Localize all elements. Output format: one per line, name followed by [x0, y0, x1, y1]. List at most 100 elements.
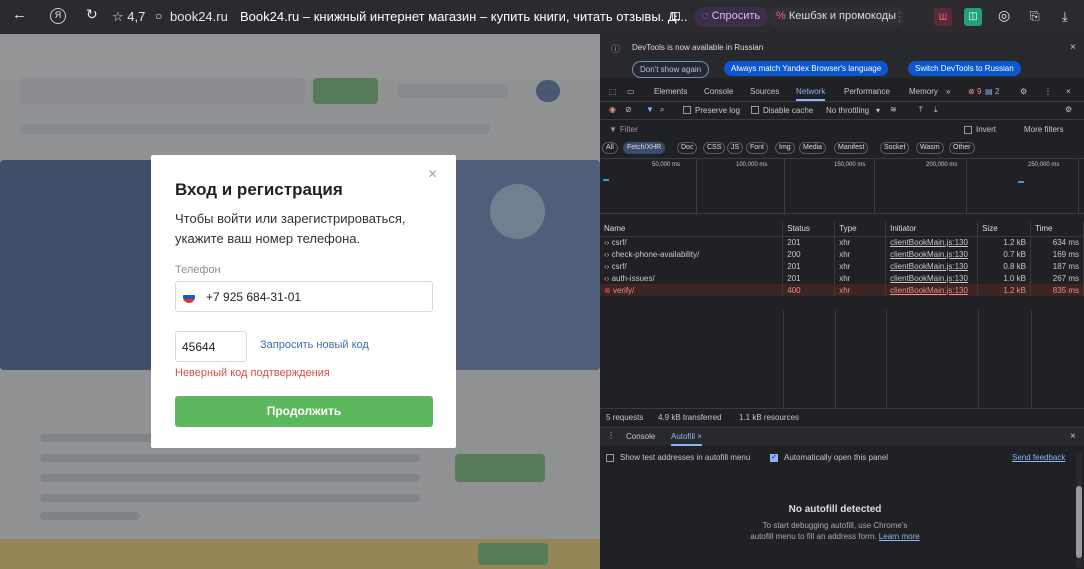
- tab-console[interactable]: Console: [704, 87, 733, 96]
- preserve-log-checkbox[interactable]: [683, 106, 691, 114]
- continue-button[interactable]: Продолжить: [175, 396, 433, 427]
- send-feedback-link[interactable]: Send feedback: [1012, 453, 1065, 462]
- record-icon[interactable]: ◉: [609, 105, 616, 114]
- bookmark-icon[interactable]: ⊡: [671, 9, 681, 23]
- type-filter-all[interactable]: All: [602, 142, 618, 154]
- search-icon[interactable]: ⌕: [660, 105, 664, 115]
- tab-memory[interactable]: Memory: [909, 87, 938, 96]
- tab-network[interactable]: Network: [796, 87, 826, 101]
- table-row[interactable]: ‹› csrf/ 201 xhr clientBookMain.js:130 0…: [600, 260, 1084, 272]
- auto-open-checkbox[interactable]: ✓: [770, 454, 778, 462]
- back-icon[interactable]: ←: [12, 6, 27, 23]
- network-settings-icon[interactable]: ⚙: [1065, 105, 1072, 114]
- table-row-error[interactable]: ⊗ verify/ 400 xhr clientBookMain.js:130 …: [600, 284, 1084, 296]
- error-icon[interactable]: ⊗: [968, 87, 975, 96]
- drawer-tab-autofill[interactable]: Autofill ×: [671, 432, 702, 446]
- devtools-close-icon[interactable]: ×: [1066, 87, 1071, 96]
- extension-icon[interactable]: Ш: [934, 8, 952, 26]
- resend-code-link[interactable]: Запросить новый код: [260, 339, 369, 351]
- tab-title[interactable]: Book24.ru – книжный интернет магазин – к…: [240, 9, 688, 24]
- always-match-button[interactable]: Always match Yandex Browser's language: [724, 61, 889, 76]
- download-icon[interactable]: ⤓: [1062, 9, 1068, 25]
- address-domain[interactable]: book24.ru: [170, 9, 228, 24]
- type-filter-doc[interactable]: Doc: [677, 142, 698, 154]
- more-tabs-icon[interactable]: »: [946, 87, 950, 96]
- banner-close-icon[interactable]: ×: [1070, 42, 1076, 53]
- reload-icon[interactable]: ↻: [86, 6, 98, 23]
- rating-badge[interactable]: ☆ 4,7: [112, 9, 145, 25]
- dropdown-caret-icon[interactable]: ▾: [876, 106, 880, 115]
- filter-icon: ▼: [609, 125, 617, 134]
- cashback-button[interactable]: % Кешбэк и промокоды: [768, 7, 905, 27]
- summary-transferred: 4.9 kB transferred: [658, 413, 722, 422]
- settings-icon[interactable]: ⚙: [1020, 87, 1027, 96]
- disable-cache-checkbox[interactable]: [751, 106, 759, 114]
- table-row[interactable]: ‹› auth-issues/ 201 xhr clientBookMain.j…: [600, 272, 1084, 284]
- download-har-icon[interactable]: ⤓: [934, 105, 938, 115]
- yandex-icon[interactable]: Я: [50, 8, 66, 24]
- timeline-overview[interactable]: 50,000 ms 100,000 ms 150,000 ms 200,000 …: [600, 158, 1084, 215]
- device-toggle-icon[interactable]: ▭: [627, 87, 635, 96]
- request-initiator[interactable]: clientBookMain.js:130: [885, 284, 979, 296]
- wifi-icon[interactable]: ≋: [890, 105, 897, 114]
- type-filter-js[interactable]: JS: [727, 142, 744, 154]
- more-filters-button[interactable]: More filters: [1024, 125, 1064, 134]
- type-filter-other[interactable]: Other: [949, 142, 975, 154]
- kebab-menu-icon[interactable]: ⋮: [1044, 87, 1052, 96]
- table-row[interactable]: ‹› check-phone-availability/ 200 xhr cli…: [600, 248, 1084, 260]
- invert-checkbox[interactable]: [964, 126, 972, 134]
- tab-performance[interactable]: Performance: [844, 87, 890, 96]
- request-initiator[interactable]: clientBookMain.js:130: [885, 248, 979, 260]
- table-row[interactable]: ‹› csrf/ 201 xhr clientBookMain.js:130 1…: [600, 236, 1084, 248]
- column-time[interactable]: Time: [1030, 222, 1084, 237]
- menu-dots-icon[interactable]: ⋮: [893, 9, 906, 25]
- column-type[interactable]: Type: [834, 222, 887, 237]
- column-size[interactable]: Size: [977, 222, 1032, 237]
- inspect-icon[interactable]: ⬚: [609, 87, 617, 96]
- drawer-scroll-thumb[interactable]: [1076, 486, 1082, 558]
- request-initiator[interactable]: clientBookMain.js:130: [885, 260, 979, 272]
- type-filter-fetch-xhr[interactable]: Fetch/XHR: [623, 142, 666, 154]
- type-filter-socket[interactable]: Socket: [880, 142, 910, 154]
- show-test-checkbox[interactable]: [606, 454, 614, 462]
- drawer-close-icon[interactable]: ×: [1070, 431, 1076, 442]
- type-filter-media[interactable]: Media: [799, 142, 827, 154]
- clear-icon[interactable]: ⊘: [625, 105, 632, 114]
- throttling-select[interactable]: No throttling: [826, 106, 869, 115]
- learn-more-link[interactable]: Learn more: [879, 532, 920, 541]
- tab-elements[interactable]: Elements: [654, 87, 687, 96]
- drawer-scrollbar[interactable]: [1076, 452, 1082, 567]
- bookmarks-icon[interactable]: ⎘: [1030, 9, 1040, 24]
- upload-icon[interactable]: ⤒: [919, 105, 923, 115]
- phone-field[interactable]: +7 925 684-31-01: [175, 281, 433, 312]
- close-icon[interactable]: ×: [428, 166, 437, 184]
- type-filter-img[interactable]: Img: [775, 142, 795, 154]
- auto-open-label: Automatically open this panel: [784, 453, 889, 462]
- filter-input[interactable]: Filter: [620, 125, 638, 134]
- column-name[interactable]: Name: [600, 222, 784, 237]
- tab-sources[interactable]: Sources: [750, 87, 779, 96]
- speedometer-icon[interactable]: ◎: [998, 7, 1010, 24]
- message-icon[interactable]: ▤: [985, 87, 993, 96]
- dont-show-again-button[interactable]: Don't show again: [632, 61, 710, 78]
- code-field[interactable]: 45644: [175, 331, 247, 362]
- percent-icon: %: [776, 10, 789, 22]
- column-status[interactable]: Status: [782, 222, 836, 237]
- request-initiator[interactable]: clientBookMain.js:130: [885, 272, 979, 284]
- request-initiator[interactable]: clientBookMain.js:130: [885, 236, 979, 248]
- type-filter-font[interactable]: Font: [746, 142, 769, 154]
- col-divider: [835, 310, 836, 408]
- ask-button[interactable]: ◌ Спросить: [694, 7, 769, 27]
- column-initiator[interactable]: Initiator: [885, 222, 979, 237]
- type-filter-wasm[interactable]: Wasm: [916, 142, 944, 154]
- extension-green-icon[interactable]: ◫: [964, 8, 982, 26]
- type-filter-manifest[interactable]: Manifest: [834, 142, 869, 154]
- switch-language-button[interactable]: Switch DevTools to Russian: [908, 61, 1021, 76]
- shield-icon[interactable]: ○: [155, 9, 162, 23]
- type-filter-css[interactable]: CSS: [703, 142, 726, 154]
- filter-funnel-icon[interactable]: ▼: [646, 105, 654, 114]
- drawer-tab-console[interactable]: Console: [626, 432, 655, 441]
- drawer-tab-close-icon[interactable]: ×: [697, 432, 702, 441]
- drawer-menu-icon[interactable]: ⋮: [607, 431, 615, 440]
- request-type: xhr: [834, 272, 887, 284]
